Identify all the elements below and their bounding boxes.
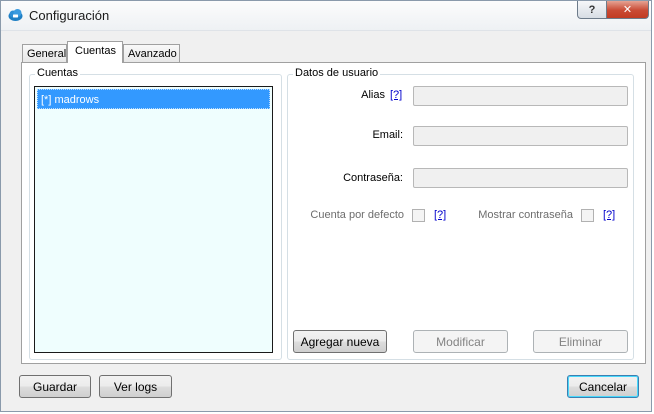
view-logs-button[interactable]: Ver logs	[99, 375, 172, 398]
help-icon: ?	[588, 3, 596, 16]
alias-field[interactable]	[413, 86, 628, 106]
password-field[interactable]	[413, 168, 628, 188]
list-item[interactable]: [*] madrows	[37, 89, 270, 109]
tab-cuentas[interactable]: Cuentas	[67, 41, 123, 63]
window-title: Configuración	[29, 8, 110, 23]
cloud-icon	[8, 9, 23, 21]
alias-help-link[interactable]: [?]	[390, 89, 402, 101]
show-password-help-link[interactable]: [?]	[603, 209, 615, 221]
password-label: Contraseña:	[343, 172, 403, 184]
close-button[interactable]: ✕	[606, 1, 649, 19]
title-bar[interactable]: Configuración	[1, 1, 651, 31]
configuration-window: Configuración ? ✕ General Cuentas Avanza…	[0, 0, 652, 412]
tab-avanzado[interactable]: Avanzado	[123, 44, 180, 63]
delete-button[interactable]: Eliminar	[533, 330, 628, 353]
save-button[interactable]: Guardar	[19, 375, 91, 398]
default-account-label: Cuenta por defecto	[310, 209, 404, 221]
alias-label: Alias	[361, 89, 385, 101]
email-label: Email:	[372, 129, 403, 141]
accounts-group-label: Cuentas	[35, 67, 80, 79]
add-new-button[interactable]: Agregar nueva	[293, 330, 387, 353]
modify-button[interactable]: Modificar	[413, 330, 508, 353]
tab-general[interactable]: General	[22, 44, 67, 63]
show-password-label: Mostrar contraseña	[478, 209, 573, 221]
help-button[interactable]: ?	[577, 1, 607, 19]
default-account-checkbox[interactable]	[412, 209, 425, 222]
cancel-button[interactable]: Cancelar	[567, 375, 639, 398]
user-data-group-label: Datos de usuario	[293, 67, 381, 79]
close-icon: ✕	[622, 4, 633, 16]
default-account-help-link[interactable]: [?]	[434, 209, 446, 221]
email-field[interactable]	[413, 126, 628, 146]
accounts-list[interactable]: [*] madrows	[34, 86, 273, 353]
show-password-checkbox[interactable]	[581, 209, 594, 222]
